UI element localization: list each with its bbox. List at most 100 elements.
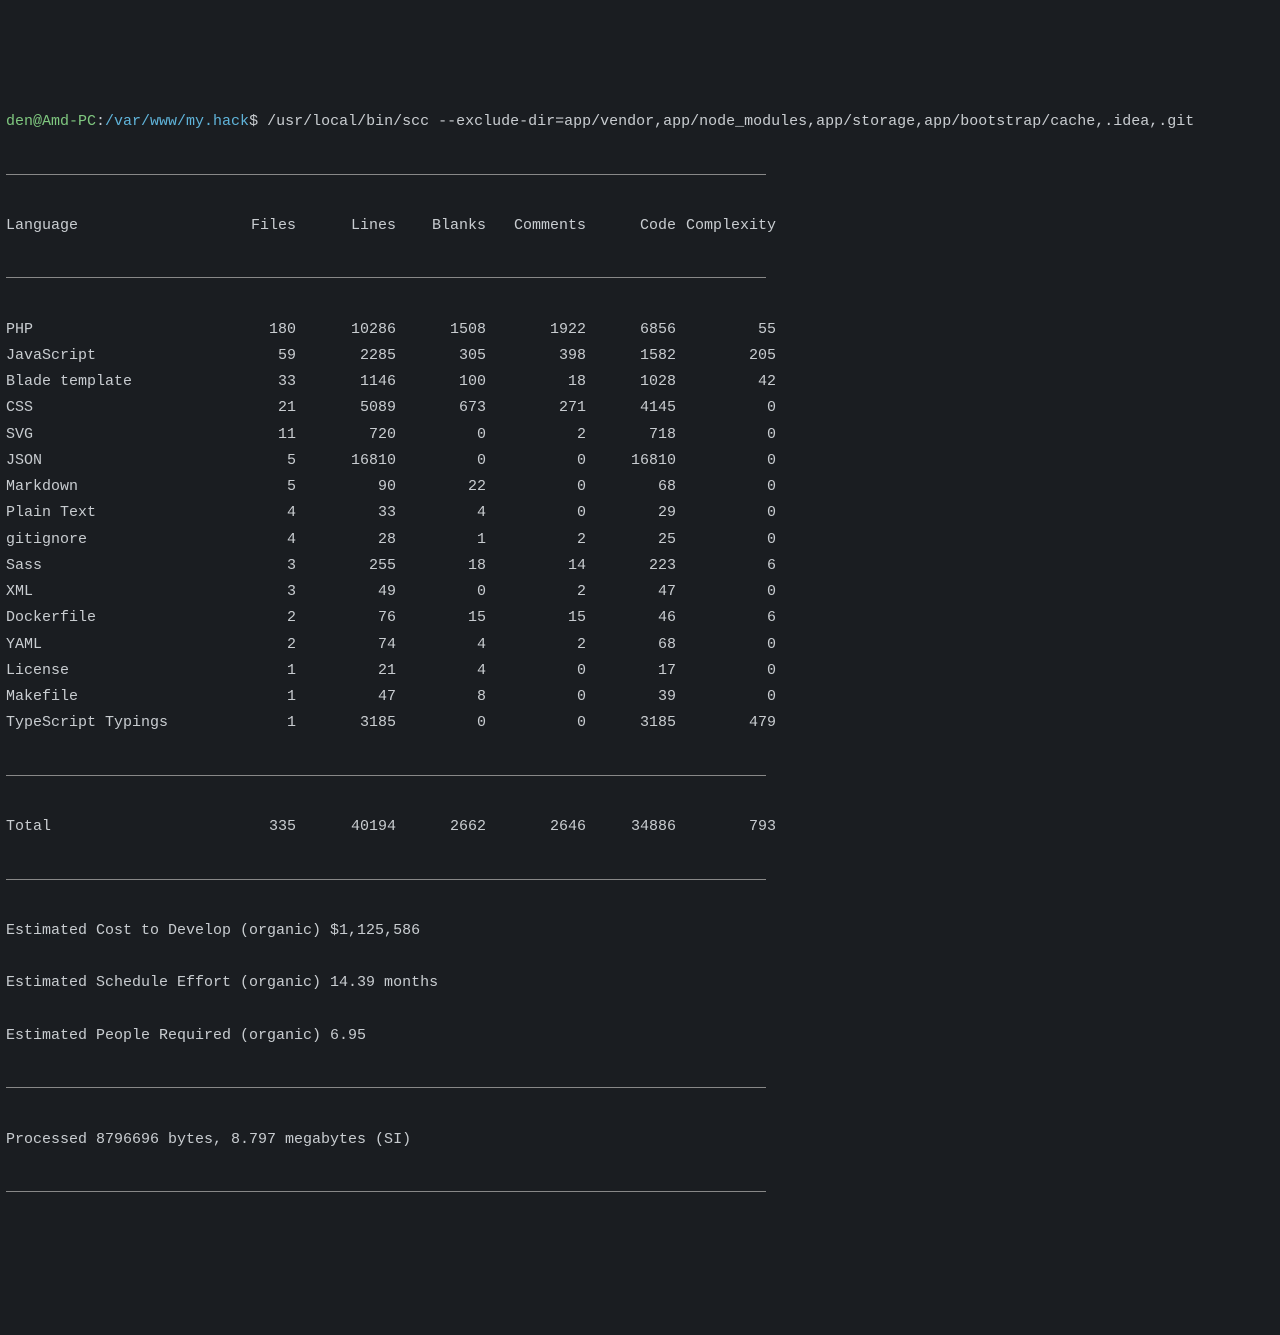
cell-language: Plain Text xyxy=(6,500,206,526)
cell-files: 5 xyxy=(206,448,296,474)
table-row: JSON51681000168100 xyxy=(6,448,1274,474)
cell-complexity: 42 xyxy=(676,369,776,395)
table-row: License12140170 xyxy=(6,658,1274,684)
cell-blanks: 1 xyxy=(396,527,486,553)
table-row: Markdown590220680 xyxy=(6,474,1274,500)
cell-language: License xyxy=(6,658,206,684)
cell-comments: 1922 xyxy=(486,317,586,343)
cell-lines: 28 xyxy=(296,527,396,553)
cell-comments: 2 xyxy=(486,632,586,658)
divider xyxy=(6,1087,766,1088)
cell-files: 33 xyxy=(206,369,296,395)
header-language: Language xyxy=(6,213,206,239)
table-header: LanguageFilesLinesBlanksCommentsCodeComp… xyxy=(6,213,1274,239)
cell-comments: 18 xyxy=(486,369,586,395)
cell-language: JavaScript xyxy=(6,343,206,369)
cell-blanks: 673 xyxy=(396,395,486,421)
cell-language: PHP xyxy=(6,317,206,343)
prompt-path: /var/www/my.hack xyxy=(105,113,249,130)
cell-blanks: 100 xyxy=(396,369,486,395)
cell-lines: 16810 xyxy=(296,448,396,474)
cell-complexity: 0 xyxy=(676,579,776,605)
cell-comments: 2 xyxy=(486,422,586,448)
divider xyxy=(6,277,766,278)
cell-lines: 90 xyxy=(296,474,396,500)
table-row: JavaScript5922853053981582205 xyxy=(6,343,1274,369)
cell-blanks: 0 xyxy=(396,448,486,474)
cell-code: 68 xyxy=(586,474,676,500)
cell-lines: 2285 xyxy=(296,343,396,369)
total-code: 34886 xyxy=(586,814,676,840)
cell-lines: 47 xyxy=(296,684,396,710)
cell-language: Markdown xyxy=(6,474,206,500)
cell-blanks: 4 xyxy=(396,658,486,684)
table-row: Plain Text43340290 xyxy=(6,500,1274,526)
table-row: TypeScript Typings13185003185479 xyxy=(6,710,1274,736)
cell-blanks: 4 xyxy=(396,632,486,658)
cell-complexity: 0 xyxy=(676,632,776,658)
cell-language: YAML xyxy=(6,632,206,658)
cell-language: XML xyxy=(6,579,206,605)
table-row: CSS21508967327141450 xyxy=(6,395,1274,421)
cell-complexity: 0 xyxy=(676,684,776,710)
cell-code: 1028 xyxy=(586,369,676,395)
cell-files: 21 xyxy=(206,395,296,421)
cell-comments: 0 xyxy=(486,474,586,500)
cell-blanks: 18 xyxy=(396,553,486,579)
cell-language: CSS xyxy=(6,395,206,421)
cell-code: 29 xyxy=(586,500,676,526)
cell-complexity: 6 xyxy=(676,605,776,631)
cell-complexity: 55 xyxy=(676,317,776,343)
table-row: gitignore42812250 xyxy=(6,527,1274,553)
cell-code: 68 xyxy=(586,632,676,658)
cell-lines: 74 xyxy=(296,632,396,658)
cell-language: Blade template xyxy=(6,369,206,395)
cell-blanks: 0 xyxy=(396,710,486,736)
table-row: Dockerfile2761515466 xyxy=(6,605,1274,631)
cell-language: gitignore xyxy=(6,527,206,553)
header-code: Code xyxy=(586,213,676,239)
header-lines: Lines xyxy=(296,213,396,239)
cell-complexity: 0 xyxy=(676,500,776,526)
cell-files: 2 xyxy=(206,632,296,658)
cell-blanks: 1508 xyxy=(396,317,486,343)
cell-lines: 255 xyxy=(296,553,396,579)
cell-blanks: 0 xyxy=(396,579,486,605)
cell-comments: 0 xyxy=(486,658,586,684)
cell-comments: 0 xyxy=(486,710,586,736)
cell-blanks: 15 xyxy=(396,605,486,631)
cell-code: 1582 xyxy=(586,343,676,369)
total-complexity: 793 xyxy=(676,814,776,840)
cell-code: 6856 xyxy=(586,317,676,343)
cell-complexity: 0 xyxy=(676,527,776,553)
cell-files: 11 xyxy=(206,422,296,448)
cell-comments: 0 xyxy=(486,500,586,526)
estimate-schedule: Estimated Schedule Effort (organic) 14.3… xyxy=(6,970,1274,996)
cell-files: 4 xyxy=(206,500,296,526)
cell-code: 223 xyxy=(586,553,676,579)
total-comments: 2646 xyxy=(486,814,586,840)
table-row: Sass325518142236 xyxy=(6,553,1274,579)
cell-lines: 3185 xyxy=(296,710,396,736)
table-body: PHP1801028615081922685655JavaScript59228… xyxy=(6,317,1274,737)
cell-files: 2 xyxy=(206,605,296,631)
processed-line: Processed 8796696 bytes, 8.797 megabytes… xyxy=(6,1127,1274,1153)
cell-files: 1 xyxy=(206,658,296,684)
estimate-cost: Estimated Cost to Develop (organic) $1,1… xyxy=(6,918,1274,944)
divider xyxy=(6,174,766,175)
cell-files: 5 xyxy=(206,474,296,500)
total-files: 335 xyxy=(206,814,296,840)
cell-lines: 33 xyxy=(296,500,396,526)
cell-complexity: 205 xyxy=(676,343,776,369)
estimate-people: Estimated People Required (organic) 6.95 xyxy=(6,1023,1274,1049)
cell-complexity: 479 xyxy=(676,710,776,736)
total-lines: 40194 xyxy=(296,814,396,840)
cell-files: 59 xyxy=(206,343,296,369)
cell-language: SVG xyxy=(6,422,206,448)
cell-comments: 0 xyxy=(486,684,586,710)
cell-comments: 398 xyxy=(486,343,586,369)
cell-lines: 10286 xyxy=(296,317,396,343)
cell-comments: 2 xyxy=(486,527,586,553)
cell-blanks: 8 xyxy=(396,684,486,710)
cell-blanks: 0 xyxy=(396,422,486,448)
